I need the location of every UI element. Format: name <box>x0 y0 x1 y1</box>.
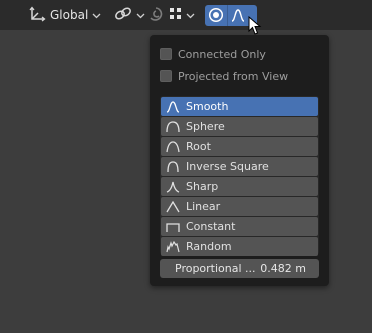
checkbox-icon <box>160 70 172 82</box>
snap-increment-grid-icon[interactable] <box>170 7 182 23</box>
falloff-item-label: Constant <box>186 220 236 233</box>
random-curve-icon <box>166 240 180 252</box>
transform-orientation-dropdown[interactable]: Global <box>28 5 104 25</box>
chevron-down-icon[interactable] <box>186 9 195 22</box>
linear-curve-icon <box>166 200 180 212</box>
proportional-edit-toggle-icon <box>208 7 224 26</box>
transform-orientation-label: Global <box>50 8 89 22</box>
falloff-item-root[interactable]: Root <box>161 137 318 156</box>
chevron-down-icon[interactable] <box>136 9 145 22</box>
proportional-connected-icon[interactable] <box>146 5 166 26</box>
falloff-item-smooth[interactable]: Smooth <box>161 97 318 116</box>
projected-from-view-label: Projected from View <box>178 69 289 83</box>
connected-only-checkbox[interactable]: Connected Only <box>160 46 266 62</box>
snap-toggle[interactable] <box>114 5 145 25</box>
falloff-item-linear[interactable]: Linear <box>161 197 318 216</box>
smooth-curve-icon <box>166 100 180 113</box>
projected-from-view-checkbox[interactable]: Projected from View <box>160 68 288 84</box>
checkbox-icon <box>160 48 172 60</box>
root-curve-icon <box>166 140 180 152</box>
falloff-item-label: Random <box>186 240 232 253</box>
falloff-item-label: Smooth <box>186 100 229 113</box>
falloff-item-label: Inverse Square <box>186 160 269 173</box>
snap-options-group <box>146 5 195 26</box>
falloff-list: Smooth Sphere Root Inverse Square Sharp <box>160 96 319 256</box>
falloff-item-label: Root <box>186 140 211 153</box>
header-toolbar: Global <box>0 0 372 35</box>
proportional-size-field[interactable]: Proportional ... 0.482 m <box>160 259 319 278</box>
falloff-item-label: Sphere <box>186 120 225 133</box>
falloff-item-constant[interactable]: Constant <box>161 217 318 236</box>
connected-only-label: Connected Only <box>178 47 266 61</box>
falloff-item-sharp[interactable]: Sharp <box>161 177 318 196</box>
falloff-item-label: Sharp <box>186 180 219 193</box>
proportional-size-value: 0.482 m <box>260 262 306 275</box>
falloff-item-random[interactable]: Random <box>161 237 318 256</box>
falloff-item-inverse-square[interactable]: Inverse Square <box>161 157 318 176</box>
snap-link-icon <box>114 6 132 25</box>
proportional-size-label: Proportional ... <box>175 262 256 275</box>
falloff-item-sphere[interactable]: Sphere <box>161 117 318 136</box>
constant-curve-icon <box>166 222 180 232</box>
inverse-square-curve-icon <box>167 160 179 172</box>
proportional-edit-toggle[interactable] <box>205 5 227 26</box>
transform-orientation-icon <box>28 5 46 25</box>
proportional-editing-popover: Connected Only Projected from View Smoot… <box>150 35 329 286</box>
sphere-curve-icon <box>166 120 180 132</box>
falloff-item-label: Linear <box>186 200 221 213</box>
chevron-down-icon <box>92 9 101 22</box>
falloff-smooth-icon <box>231 8 245 25</box>
sharp-curve-icon <box>166 181 180 193</box>
